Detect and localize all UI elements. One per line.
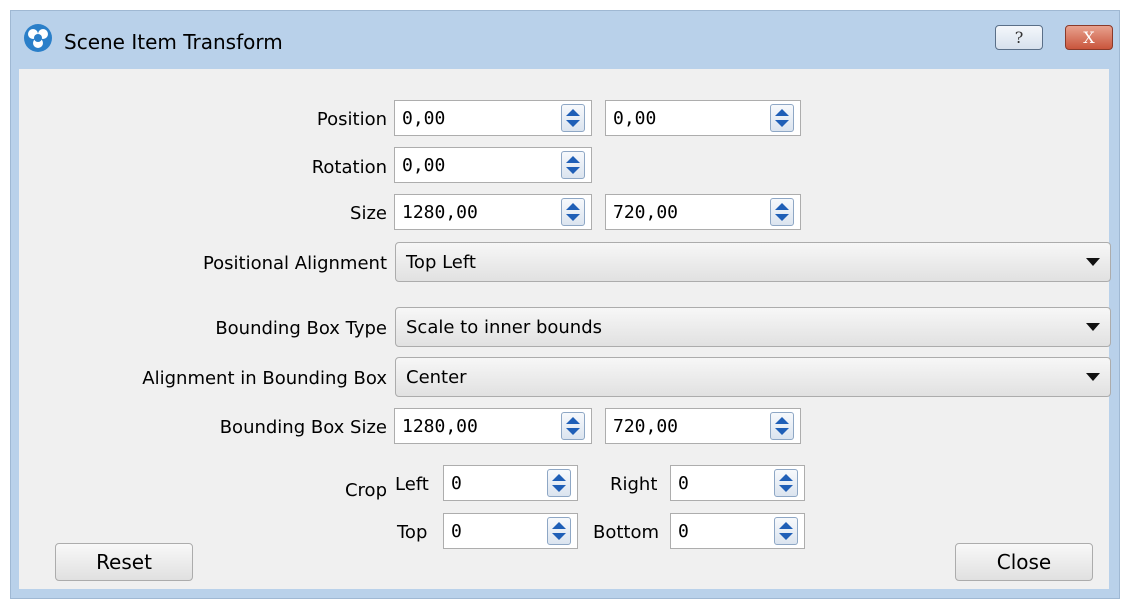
positional-alignment-dropdown[interactable]: Top Left [395, 242, 1111, 282]
crop-bottom-label: Bottom [593, 522, 660, 543]
crop-left-input[interactable]: 0 [443, 465, 578, 501]
position-label: Position [316, 109, 387, 130]
alignment-in-bounding-box-dropdown[interactable]: Center [395, 357, 1111, 397]
size-width-value: 1280,00 [402, 202, 478, 223]
dropdown-caret-icon [1086, 373, 1100, 381]
size-width-input[interactable]: 1280,00 [394, 194, 592, 230]
bounding-box-type-dropdown[interactable]: Scale to inner bounds [395, 307, 1111, 347]
crop-left-label: Left [395, 474, 429, 495]
spin-arrows-icon[interactable] [561, 151, 585, 179]
crop-label: Crop [344, 480, 387, 501]
size-label: Size [350, 203, 387, 224]
bounding-box-type-label: Bounding Box Type [215, 318, 387, 339]
size-height-value: 720,00 [613, 202, 679, 223]
crop-bottom-input[interactable]: 0 [670, 513, 805, 549]
reset-button[interactable]: Reset [55, 543, 193, 581]
alignment-in-bounding-box-value: Center [406, 367, 467, 388]
position-y-input[interactable]: 0,00 [605, 100, 801, 136]
crop-top-value: 0 [451, 521, 462, 542]
bounding-box-type-value: Scale to inner bounds [406, 317, 603, 338]
crop-right-value: 0 [678, 473, 689, 494]
spin-arrows-icon[interactable] [770, 104, 794, 132]
spin-arrows-icon[interactable] [561, 198, 585, 226]
dropdown-caret-icon [1086, 323, 1100, 331]
close-window-button[interactable]: X [1065, 25, 1113, 50]
dialog-body: Position 0,00 0,00 Rotation 0,00 Size 12… [19, 69, 1111, 589]
bounding-box-height-value: 720,00 [613, 416, 679, 437]
window-title: Scene Item Transform [64, 30, 283, 54]
rotation-value: 0,00 [402, 155, 446, 176]
positional-alignment-label: Positional Alignment [202, 253, 387, 274]
position-x-input[interactable]: 0,00 [394, 100, 592, 136]
spin-arrows-icon[interactable] [561, 104, 585, 132]
spin-arrows-icon[interactable] [774, 469, 798, 497]
crop-right-input[interactable]: 0 [670, 465, 805, 501]
spin-arrows-icon[interactable] [547, 517, 571, 545]
position-y-value: 0,00 [613, 108, 657, 129]
dropdown-caret-icon [1086, 258, 1100, 266]
spin-arrows-icon[interactable] [770, 412, 794, 440]
size-height-input[interactable]: 720,00 [605, 194, 801, 230]
crop-bottom-value: 0 [678, 521, 689, 542]
help-button[interactable]: ? [995, 25, 1043, 50]
bounding-box-size-label: Bounding Box Size [219, 417, 387, 438]
spin-arrows-icon[interactable] [547, 469, 571, 497]
dialog-window: Scene Item Transform ? X Position 0,00 0… [10, 10, 1120, 599]
positional-alignment-value: Top Left [406, 252, 476, 273]
rotation-label: Rotation [311, 157, 387, 178]
bounding-box-width-value: 1280,00 [402, 416, 478, 437]
bounding-box-height-input[interactable]: 720,00 [605, 408, 801, 444]
close-button[interactable]: Close [955, 543, 1093, 581]
title-bar: Scene Item Transform ? X [11, 11, 1119, 69]
spin-arrows-icon[interactable] [770, 198, 794, 226]
crop-top-label: Top [397, 522, 428, 543]
crop-right-label: Right [610, 474, 658, 495]
rotation-input[interactable]: 0,00 [394, 147, 592, 183]
crop-left-value: 0 [451, 473, 462, 494]
spin-arrows-icon[interactable] [774, 517, 798, 545]
crop-top-input[interactable]: 0 [443, 513, 578, 549]
alignment-in-bounding-box-label: Alignment in Bounding Box [142, 368, 387, 389]
obs-logo-icon [24, 24, 52, 52]
bounding-box-width-input[interactable]: 1280,00 [394, 408, 592, 444]
position-x-value: 0,00 [402, 108, 446, 129]
spin-arrows-icon[interactable] [561, 412, 585, 440]
